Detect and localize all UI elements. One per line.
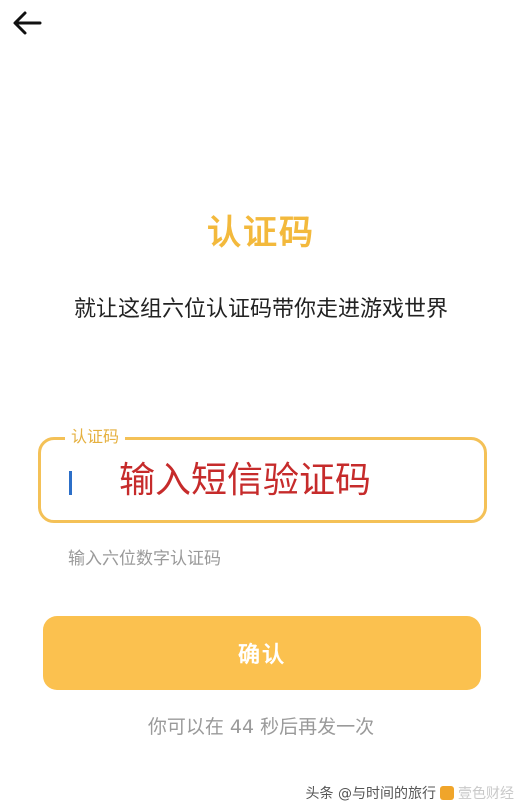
text-caret [69, 471, 72, 495]
back-button[interactable] [10, 8, 44, 42]
verification-screen: 认证码 就让这组六位认证码带你走进游戏世界 认证码 输入六位数字认证码 确认 你… [0, 0, 522, 809]
code-hint: 输入六位数字认证码 [68, 549, 221, 569]
confirm-button[interactable]: 确认 [43, 616, 481, 690]
resend-countdown: 你可以在 44 秒后再发一次 [147, 716, 375, 738]
watermark: 头条 @与时间的旅行 壹色财经 [306, 783, 514, 803]
code-field[interactable]: 认证码 [38, 426, 487, 523]
watermark-logo-icon [440, 786, 454, 800]
page-title: 认证码 [207, 213, 315, 253]
arrow-left-icon [12, 10, 42, 40]
watermark-faded: 壹色财经 [458, 786, 514, 802]
page-subtitle: 就让这组六位认证码带你走进游戏世界 [73, 297, 448, 322]
code-input[interactable] [85, 440, 475, 520]
watermark-source: 头条 @与时间的旅行 [305, 786, 436, 802]
